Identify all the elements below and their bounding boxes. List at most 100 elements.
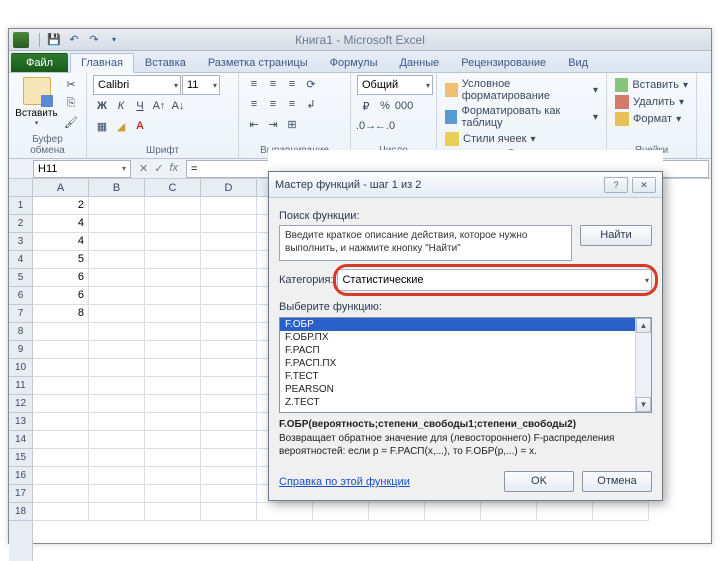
cell[interactable]: [33, 413, 89, 431]
row-header[interactable]: 8: [9, 323, 32, 341]
cell[interactable]: [89, 269, 145, 287]
select-all-corner[interactable]: [9, 179, 33, 197]
cell[interactable]: 6: [33, 269, 89, 287]
cell[interactable]: [33, 503, 89, 521]
increase-decimal-icon[interactable]: .0→: [357, 117, 375, 135]
close-button[interactable]: ✕: [632, 177, 656, 193]
cell[interactable]: [145, 413, 201, 431]
align-center-icon[interactable]: ≡: [264, 95, 282, 113]
cell[interactable]: [145, 215, 201, 233]
cell[interactable]: [145, 485, 201, 503]
cell[interactable]: [201, 503, 257, 521]
cell-styles-button[interactable]: Стили ячеек ▾: [443, 131, 600, 147]
cell[interactable]: [89, 341, 145, 359]
cell[interactable]: [145, 503, 201, 521]
qat-dropdown-icon[interactable]: ▾: [105, 31, 123, 49]
cell[interactable]: [201, 287, 257, 305]
font-color-icon[interactable]: A: [131, 117, 149, 135]
cell[interactable]: [313, 503, 369, 521]
row-header[interactable]: 18: [9, 503, 32, 521]
fx-icon[interactable]: fx: [169, 162, 178, 175]
align-middle-icon[interactable]: ≡: [264, 75, 282, 93]
cell[interactable]: [201, 359, 257, 377]
cell[interactable]: [145, 233, 201, 251]
function-list-item[interactable]: Z.ТЕСТ: [280, 396, 651, 409]
delete-cells-button[interactable]: Удалить ▾: [613, 94, 690, 110]
function-list-item[interactable]: F.ОБР.ПХ: [280, 331, 651, 344]
cell[interactable]: [33, 431, 89, 449]
cell[interactable]: [201, 197, 257, 215]
cell[interactable]: [89, 287, 145, 305]
align-top-icon[interactable]: ≡: [245, 75, 263, 93]
row-header[interactable]: 17: [9, 485, 32, 503]
cell[interactable]: [145, 431, 201, 449]
format-cells-button[interactable]: Формат ▾: [613, 111, 690, 127]
cell[interactable]: [89, 323, 145, 341]
cell[interactable]: 6: [33, 287, 89, 305]
cell[interactable]: 4: [33, 215, 89, 233]
find-button[interactable]: Найти: [580, 225, 652, 246]
column-header[interactable]: D: [201, 179, 257, 196]
cell[interactable]: [201, 431, 257, 449]
function-list-item[interactable]: F.РАСП.ПХ: [280, 357, 651, 370]
cell[interactable]: [89, 485, 145, 503]
cancel-formula-icon[interactable]: ✕: [139, 162, 148, 175]
row-header[interactable]: 10: [9, 359, 32, 377]
cell[interactable]: [89, 431, 145, 449]
tab-insert[interactable]: Вставка: [134, 53, 197, 72]
shrink-font-icon[interactable]: A↓: [169, 97, 187, 115]
cell[interactable]: [201, 467, 257, 485]
underline-button[interactable]: Ч: [131, 97, 149, 115]
row-header[interactable]: 6: [9, 287, 32, 305]
column-header[interactable]: A: [33, 179, 89, 196]
tab-formulas[interactable]: Формулы: [319, 53, 389, 72]
row-header[interactable]: 14: [9, 431, 32, 449]
increase-indent-icon[interactable]: ⇥: [264, 115, 282, 133]
cell[interactable]: [201, 395, 257, 413]
row-header[interactable]: 11: [9, 377, 32, 395]
cell[interactable]: [145, 251, 201, 269]
cell[interactable]: [201, 485, 257, 503]
conditional-formatting-button[interactable]: Условное форматирование ▾: [443, 77, 600, 103]
cell[interactable]: [201, 377, 257, 395]
cell[interactable]: [33, 449, 89, 467]
scroll-up-icon[interactable]: ▲: [636, 318, 651, 333]
copy-icon[interactable]: ⎘: [62, 94, 80, 112]
cell[interactable]: [257, 503, 313, 521]
cell[interactable]: 8: [33, 305, 89, 323]
cell[interactable]: [201, 269, 257, 287]
cell[interactable]: 2: [33, 197, 89, 215]
cell[interactable]: [33, 341, 89, 359]
cell[interactable]: [481, 503, 537, 521]
cell[interactable]: [33, 485, 89, 503]
row-header[interactable]: 1: [9, 197, 32, 215]
cell[interactable]: [33, 323, 89, 341]
cell[interactable]: [89, 305, 145, 323]
cell[interactable]: [89, 215, 145, 233]
align-right-icon[interactable]: ≡: [283, 95, 301, 113]
redo-icon[interactable]: ↷: [85, 31, 103, 49]
font-name-combo[interactable]: Calibri▾: [93, 75, 181, 95]
row-header[interactable]: 3: [9, 233, 32, 251]
bold-button[interactable]: Ж: [93, 97, 111, 115]
save-icon[interactable]: 💾: [45, 31, 63, 49]
currency-icon[interactable]: ₽: [357, 97, 375, 115]
row-header[interactable]: 16: [9, 467, 32, 485]
cell[interactable]: [33, 395, 89, 413]
column-header[interactable]: B: [89, 179, 145, 196]
name-box[interactable]: H11▾: [33, 160, 131, 178]
enter-formula-icon[interactable]: ✓: [154, 162, 163, 175]
format-as-table-button[interactable]: Форматировать как таблицу ▾: [443, 104, 600, 130]
cell[interactable]: [89, 467, 145, 485]
cell[interactable]: [33, 467, 89, 485]
cut-icon[interactable]: ✂: [62, 75, 80, 93]
italic-button[interactable]: К: [112, 97, 130, 115]
cell[interactable]: [89, 197, 145, 215]
cell[interactable]: [201, 251, 257, 269]
cell[interactable]: [425, 503, 481, 521]
cell[interactable]: [89, 233, 145, 251]
paste-button[interactable]: Вставить ▾: [15, 75, 58, 127]
cell[interactable]: [89, 377, 145, 395]
cell[interactable]: [145, 449, 201, 467]
row-header[interactable]: 2: [9, 215, 32, 233]
